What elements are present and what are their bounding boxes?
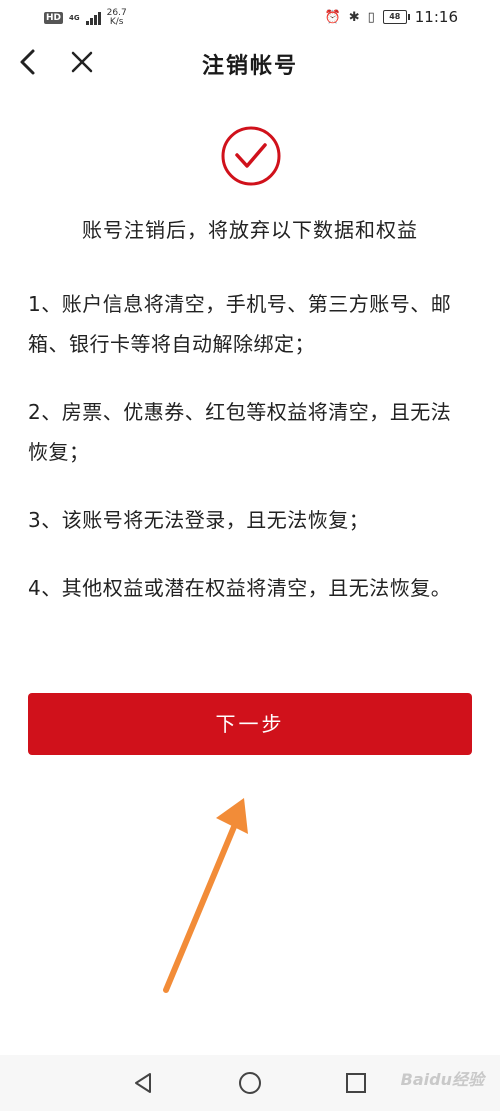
speed-unit: K/s xyxy=(109,17,124,27)
next-step-button[interactable]: 下一步 xyxy=(28,693,472,755)
page-title: 注销帐号 xyxy=(201,54,298,79)
check-circle-icon xyxy=(219,124,283,188)
term-item-2: 2、房票、优惠券、红包等权益将清空，且无法恢复； xyxy=(28,400,452,464)
term-item-4: 4、其他权益或潜在权益将清空，且无法恢复。 xyxy=(28,576,452,600)
clock: 11:16 xyxy=(414,8,458,26)
bluetooth-icon: ✱ xyxy=(348,9,360,25)
network-type: 4G xyxy=(69,14,80,22)
system-recent-button[interactable] xyxy=(342,1069,370,1097)
watermark: Baidu经验 xyxy=(400,1070,484,1089)
alarm-icon: ⏰ xyxy=(324,9,341,25)
term-item-3: 3、该账号将无法登录，且无法恢复； xyxy=(28,508,370,532)
triangle-back-icon xyxy=(135,1073,151,1093)
hd-badge: HD xyxy=(44,12,64,24)
system-home-button[interactable] xyxy=(236,1069,264,1097)
battery-icon: 48 xyxy=(382,10,410,24)
status-left: HD 4G 26.7 K/s xyxy=(44,9,127,27)
vibrate-icon: ▯ xyxy=(367,9,375,25)
header-bar: 注销帐号 xyxy=(0,36,500,88)
status-right: ⏰ ✱ ▯ 48 11:16 xyxy=(325,8,458,26)
status-bar: HD 4G 26.7 K/s ⏰ ✱ ▯ 48 11:16 xyxy=(0,0,500,36)
terms-list: 1、账户信息将清空，手机号、第三方账号、邮箱、银行卡等将自动解除绑定； 2、房票… xyxy=(28,284,470,636)
subtitle: 账号注销后，将放弃以下数据和权益 xyxy=(82,218,418,242)
system-back-button[interactable] xyxy=(130,1069,158,1097)
term-item-1: 1、账户信息将清空，手机号、第三方账号、邮箱、银行卡等将自动解除绑定； xyxy=(28,292,452,356)
square-recent-icon xyxy=(346,1073,366,1093)
signal-icon xyxy=(85,11,101,25)
circle-home-icon xyxy=(239,1072,261,1094)
network-speed: 26.7 K/s xyxy=(107,9,127,27)
